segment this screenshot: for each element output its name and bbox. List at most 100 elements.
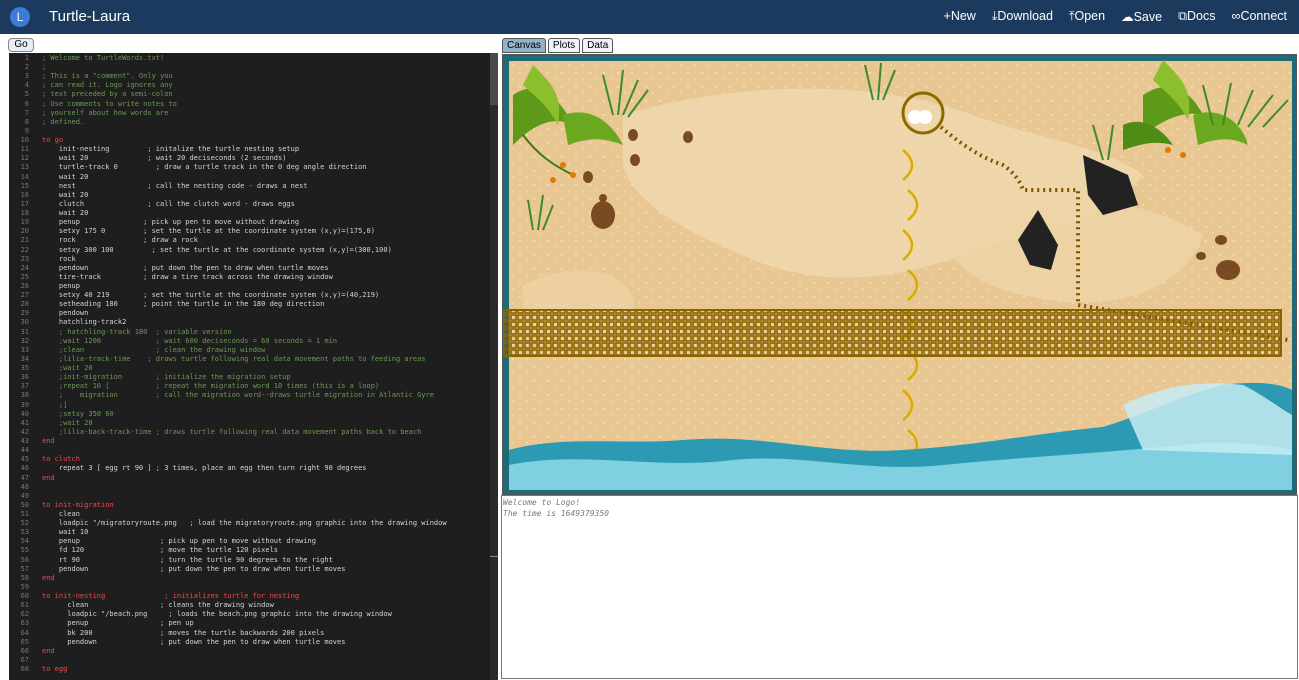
code-line: ;wait 20 (42, 418, 93, 427)
code-editor[interactable]: 1 ; Welcome to TurtleWords.txt! 2; 3 ; This … (9, 53, 498, 680)
code-line: ; hatchling-track 180 ; variable version (42, 327, 232, 336)
code-line: ; This is a "comment". Only you (42, 72, 173, 81)
line-number: 22 (20, 245, 29, 254)
code-line: loadpic "/migratoryroute.png ; load the … (42, 519, 447, 528)
line-number: 14 (20, 172, 29, 181)
line-number: 23 (20, 254, 29, 263)
line-number: 52 (20, 519, 29, 528)
line-number: 20 (20, 227, 29, 236)
open-button[interactable]: ⤒Open (1069, 9, 1105, 24)
docs-icon: ⧉ (1178, 9, 1188, 23)
line-number: 5 (24, 90, 29, 99)
line-number: 46 (20, 464, 29, 473)
drawing-canvas[interactable] (502, 54, 1297, 495)
line-number: 9 (24, 126, 29, 135)
line-number: 17 (20, 199, 29, 208)
line-number: 2 (24, 63, 29, 72)
code-line: hatchling-track2 (42, 318, 127, 327)
go-button[interactable]: Go (8, 38, 34, 52)
line-number: 37 (20, 382, 29, 391)
line-number: 48 (20, 482, 29, 491)
editor-scrollbar-thumb[interactable] (490, 53, 498, 105)
code-line: ;setxy 350 60 (42, 409, 114, 418)
code-line: wait 10 (42, 528, 89, 537)
code-line: end (42, 573, 55, 582)
code-line: ; yourself about how words are (42, 108, 169, 117)
code-line: init-nesting ; initalize the turtle nest… (42, 145, 300, 154)
line-number: 6 (24, 99, 29, 108)
tab-data[interactable]: Data (582, 38, 614, 53)
editor-scrollbar[interactable] (490, 53, 498, 680)
code-line: ; text preceded by a semi-colon (42, 90, 173, 99)
code-line: ; migration ; call the migration word--d… (42, 391, 434, 400)
code-line: to clutch (42, 455, 80, 464)
line-number: 62 (20, 610, 29, 619)
console-output[interactable]: Welcome to Logo! The time is 1649379350 (501, 495, 1298, 679)
line-number: 4 (24, 81, 29, 90)
user-avatar[interactable]: L (10, 7, 30, 27)
console-line: Welcome to Logo! (503, 498, 581, 507)
connect-button[interactable]: ∞Connect (1232, 9, 1287, 24)
code-line: wait 20 (42, 172, 89, 181)
code-line: pendown ; put down the pen to draw when … (42, 564, 346, 573)
line-number: 43 (20, 437, 29, 446)
line-number: 28 (20, 300, 29, 309)
code-line: to init-migration (42, 500, 114, 509)
line-number: 68 (20, 665, 29, 674)
line-number: 41 (20, 418, 29, 427)
code-line: ; defined. (42, 117, 85, 126)
code-line: to init-nesting ; initializes turtle for… (42, 592, 300, 601)
line-number: 13 (20, 163, 29, 172)
line-number: 38 (20, 391, 29, 400)
code-line: rock ; draw a rock (42, 236, 198, 245)
code-line: wait 20 (42, 209, 89, 218)
line-number: 3 (24, 72, 29, 81)
code-line: to egg (42, 665, 68, 674)
line-number: 66 (20, 646, 29, 655)
line-number: 47 (20, 473, 29, 482)
code-line: ; (42, 63, 47, 72)
code-line: setxy 40 219 ; set the turtle at the coo… (42, 291, 380, 300)
editor-resize-handle[interactable] (490, 556, 498, 557)
line-number: 34 (20, 354, 29, 363)
download-button[interactable]: ⤓Download (992, 9, 1053, 24)
line-number: 10 (20, 136, 29, 145)
code-line: ;wait 20 (42, 364, 93, 373)
cloud-save-icon: ☁ (1121, 10, 1134, 24)
tab-plots[interactable]: Plots (547, 38, 581, 53)
line-number: 65 (20, 637, 29, 646)
code-line: rock (42, 254, 76, 263)
line-number: 19 (20, 218, 29, 227)
line-number: 55 (20, 546, 29, 555)
line-number: 32 (20, 336, 29, 345)
line-number: 45 (20, 455, 29, 464)
code-line: penup (42, 282, 80, 290)
docs-button[interactable]: ⧉Docs (1178, 9, 1215, 24)
line-number: 36 (20, 373, 29, 382)
line-number: 53 (20, 528, 29, 537)
code-line: rt 90 ; turn the turtle 90 degrees to th… (42, 555, 333, 564)
code-line: penup ; pick up pen to move without draw… (42, 537, 316, 546)
code-line: setxy 175 0 ; set the turtle at the coor… (42, 227, 375, 236)
line-number: 27 (20, 291, 29, 300)
line-number: 42 (20, 427, 29, 436)
line-number: 16 (20, 190, 29, 199)
code-line: pendown ; put down the pen to draw when … (42, 263, 329, 272)
line-number: 33 (20, 345, 29, 354)
code-line: ;] (42, 400, 68, 409)
code-line: penup ; pen up (42, 619, 194, 628)
line-number: 25 (20, 272, 29, 281)
line-number: 50 (20, 500, 29, 509)
line-number: 56 (20, 555, 29, 564)
code-line: bk 200 ; moves the turtle backwards 200 … (42, 628, 325, 637)
save-button[interactable]: ☁Save (1121, 9, 1162, 24)
line-number: 39 (20, 400, 29, 409)
tab-canvas[interactable]: Canvas (502, 38, 546, 53)
line-number: 59 (20, 582, 29, 591)
code-line: to go (42, 136, 64, 145)
new-button[interactable]: +New (944, 9, 976, 24)
code-line: penup ; pick up pen to move without draw… (42, 218, 300, 227)
code-line: pendown ; put down the pen to draw when … (42, 637, 346, 646)
code-line: clutch ; call the clutch word - draws eg… (42, 199, 295, 208)
code-line: turtle-track 0 ; draw a turtle track in … (42, 163, 367, 172)
